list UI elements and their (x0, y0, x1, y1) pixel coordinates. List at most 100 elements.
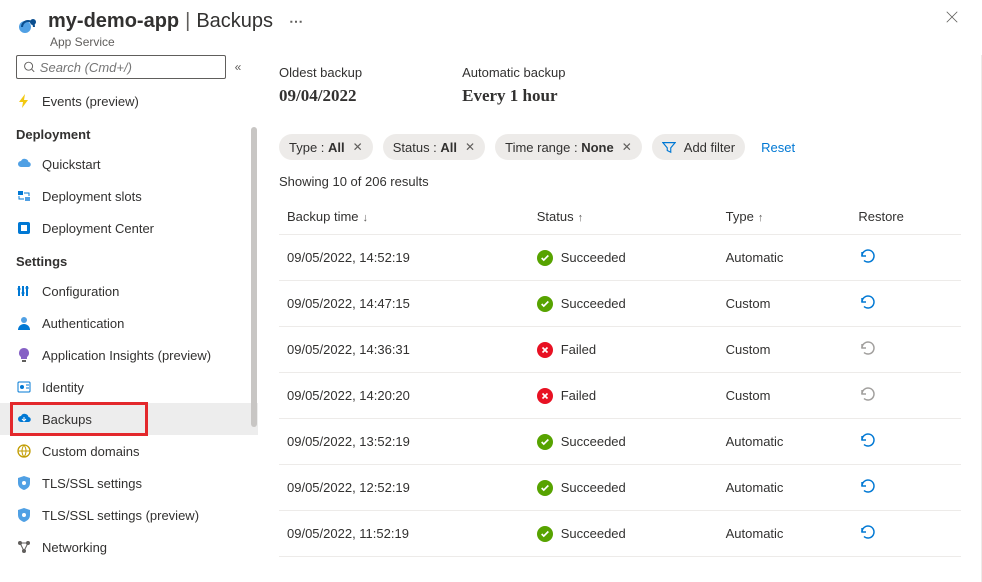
sidebar-item-label: TLS/SSL settings (42, 476, 142, 491)
page-subtitle: App Service (50, 35, 942, 49)
table-row: 09/05/2022, 11:52:19SucceededAutomatic (279, 511, 961, 557)
restore-icon[interactable] (858, 293, 876, 311)
error-icon (537, 388, 553, 404)
more-menu[interactable]: ⋯ (289, 13, 305, 30)
sidebar-group-deployment: Deployment (0, 117, 258, 148)
sidebar-item-tls-ssl-settings-preview-[interactable]: TLS/SSL settings (preview) (0, 499, 258, 531)
sidebar-item-label: Application Insights (preview) (42, 348, 211, 363)
sidebar-item-label: Deployment slots (42, 189, 142, 204)
deployment-center-icon (16, 220, 32, 236)
type-cell: Automatic (718, 511, 851, 557)
sidebar-item-quickstart[interactable]: Quickstart (0, 148, 258, 180)
app-name: my-demo-app (48, 10, 179, 33)
col-status[interactable]: Status↑ (529, 199, 718, 235)
restore-cell (850, 373, 961, 419)
restore-icon[interactable] (858, 523, 876, 541)
search-field[interactable] (40, 60, 219, 75)
table-row: 09/05/2022, 14:52:19SucceededAutomatic (279, 235, 961, 281)
check-icon (537, 296, 553, 312)
filter-icon (662, 140, 676, 154)
restore-icon (858, 385, 876, 403)
restore-cell (850, 327, 961, 373)
restore-icon[interactable] (858, 431, 876, 449)
col-type[interactable]: Type↑ (718, 199, 851, 235)
check-icon (537, 434, 553, 450)
close-icon[interactable]: ✕ (622, 140, 632, 154)
restore-icon[interactable] (858, 477, 876, 495)
page-section: Backups (196, 10, 273, 33)
sidebar-item-deployment-slots[interactable]: Deployment slots (0, 180, 258, 212)
sidebar-item-label: Authentication (42, 316, 124, 331)
type-cell: Automatic (718, 465, 851, 511)
sidebar-item-application-insights-preview-[interactable]: Application Insights (preview) (0, 339, 258, 371)
search-icon (23, 60, 36, 74)
slots-icon (16, 188, 32, 204)
page-title: my-demo-app | Backups ⋯ (48, 10, 942, 33)
sidebar-item-configuration[interactable]: Configuration (0, 275, 258, 307)
sidebar-item-identity[interactable]: Identity (0, 371, 258, 403)
filter-status[interactable]: Status : All ✕ (383, 134, 485, 160)
restore-cell[interactable] (850, 281, 961, 327)
restore-cell[interactable] (850, 511, 961, 557)
type-cell: Custom (718, 327, 851, 373)
backup-time-cell: 09/05/2022, 12:52:19 (279, 465, 529, 511)
close-icon[interactable]: ✕ (465, 140, 475, 154)
custom-domains-icon (16, 443, 32, 459)
auth-icon (16, 315, 32, 331)
collapse-sidebar-button[interactable]: « (226, 60, 250, 74)
sidebar-item-label: Backups (42, 412, 92, 427)
status-cell: Failed (529, 327, 718, 373)
automatic-backup-label: Automatic backup (462, 65, 565, 80)
sidebar-item-label: TLS/SSL settings (preview) (42, 508, 199, 523)
close-icon[interactable]: ✕ (353, 140, 363, 154)
restore-cell[interactable] (850, 235, 961, 281)
sidebar-item-label: Networking (42, 540, 107, 555)
backup-time-cell: 09/05/2022, 14:20:20 (279, 373, 529, 419)
restore-icon[interactable] (858, 247, 876, 265)
sidebar-item-label: Deployment Center (42, 221, 154, 236)
col-restore: Restore (850, 199, 961, 235)
sidebar-item-deployment-center[interactable]: Deployment Center (0, 212, 258, 244)
sidebar-item-networking[interactable]: Networking (0, 531, 258, 563)
table-row: 09/05/2022, 14:47:15SucceededCustom (279, 281, 961, 327)
col-backup-time[interactable]: Backup time↓ (279, 199, 529, 235)
restore-cell[interactable] (850, 419, 961, 465)
sidebar-item-authentication[interactable]: Authentication (0, 307, 258, 339)
sidebar-item-backups[interactable]: Backups (0, 403, 258, 435)
app-insights-icon (16, 347, 32, 363)
backup-time-cell: 09/05/2022, 14:36:31 (279, 327, 529, 373)
backup-time-cell: 09/05/2022, 13:52:19 (279, 419, 529, 465)
identity-icon (16, 379, 32, 395)
reset-filters-link[interactable]: Reset (761, 140, 795, 155)
sidebar-item-label: Identity (42, 380, 84, 395)
backup-time-cell: 09/05/2022, 11:52:19 (279, 511, 529, 557)
lightning-icon (16, 93, 32, 109)
app-service-icon (16, 14, 40, 38)
sidebar-item-custom-domains[interactable]: Custom domains (0, 435, 258, 467)
type-cell: Automatic (718, 419, 851, 465)
automatic-backup-value: Every 1 hour (462, 86, 565, 106)
search-input[interactable] (16, 55, 226, 79)
check-icon (537, 480, 553, 496)
type-cell: Custom (718, 281, 851, 327)
cloud-icon (16, 156, 32, 172)
close-icon[interactable] (942, 10, 962, 27)
sidebar-scrollbar[interactable] (250, 87, 258, 582)
backup-time-cell: 09/05/2022, 14:47:15 (279, 281, 529, 327)
filter-type[interactable]: Type : All ✕ (279, 134, 373, 160)
add-filter-button[interactable]: Add filter (652, 134, 745, 160)
sidebar-item-label: Events (preview) (42, 94, 139, 109)
backup-time-cell: 09/05/2022, 14:52:19 (279, 235, 529, 281)
restore-cell[interactable] (850, 465, 961, 511)
sidebar-item-label: Quickstart (42, 157, 101, 172)
config-icon (16, 283, 32, 299)
sidebar-group-settings: Settings (0, 244, 258, 275)
results-count: Showing 10 of 206 results (279, 174, 961, 189)
sidebar-item-tls-ssl-settings[interactable]: TLS/SSL settings (0, 467, 258, 499)
status-cell: Succeeded (529, 465, 718, 511)
status-cell: Succeeded (529, 281, 718, 327)
sidebar-item-events-preview-[interactable]: Events (preview) (0, 85, 258, 117)
networking-icon (16, 539, 32, 555)
filter-time-range[interactable]: Time range : None ✕ (495, 134, 642, 160)
table-row: 09/05/2022, 14:20:20FailedCustom (279, 373, 961, 419)
